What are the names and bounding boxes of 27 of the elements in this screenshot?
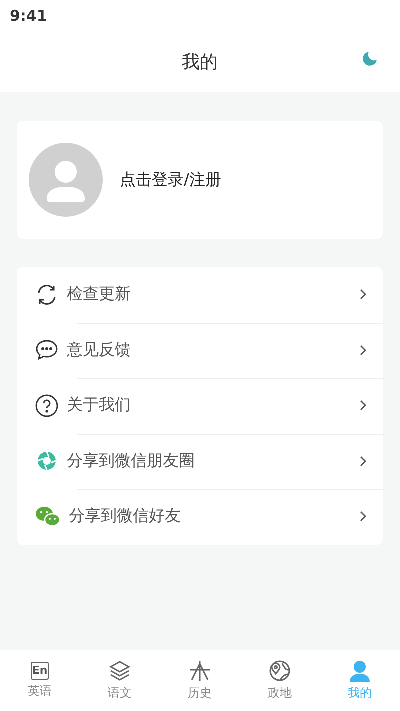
globe-pin-icon: [269, 660, 291, 682]
chevron-icon: [360, 400, 367, 412]
avatar-icon: [29, 143, 103, 217]
profile-card[interactable]: 点击登录/注册: [17, 121, 383, 239]
menu-item[interactable]: 分享到微信好友: [69, 506, 360, 528]
layers-icon: [109, 660, 131, 682]
chevron-icon: [360, 456, 367, 467]
tab[interactable]: En 英语: [0, 650, 80, 711]
menu-item[interactable]: 意见反馈: [67, 340, 360, 361]
compass-drawing-icon: [189, 660, 211, 682]
tab[interactable]: 历史: [160, 650, 240, 711]
menu-item[interactable]: 关于我们: [67, 395, 360, 416]
menu-item[interactable]: 分享到微信朋友圈: [67, 450, 360, 472]
page-title: 我的: [182, 51, 218, 74]
help-icon: [35, 394, 59, 418]
status-time: 9:41: [10, 7, 48, 25]
chevron-icon: [360, 289, 367, 300]
chat-bubble-icon: [35, 338, 59, 362]
chevron-icon: [360, 511, 367, 522]
person-icon: [349, 660, 371, 682]
moon-icon[interactable]: [360, 51, 378, 69]
tab[interactable]: 语文: [80, 650, 160, 711]
login-link[interactable]: 点击登录/注册: [120, 170, 222, 190]
menu-item[interactable]: 检查更新: [67, 284, 360, 306]
english-icon: En: [31, 662, 49, 680]
chevron-icon: [360, 344, 367, 356]
tab[interactable]: 政地: [240, 650, 320, 711]
